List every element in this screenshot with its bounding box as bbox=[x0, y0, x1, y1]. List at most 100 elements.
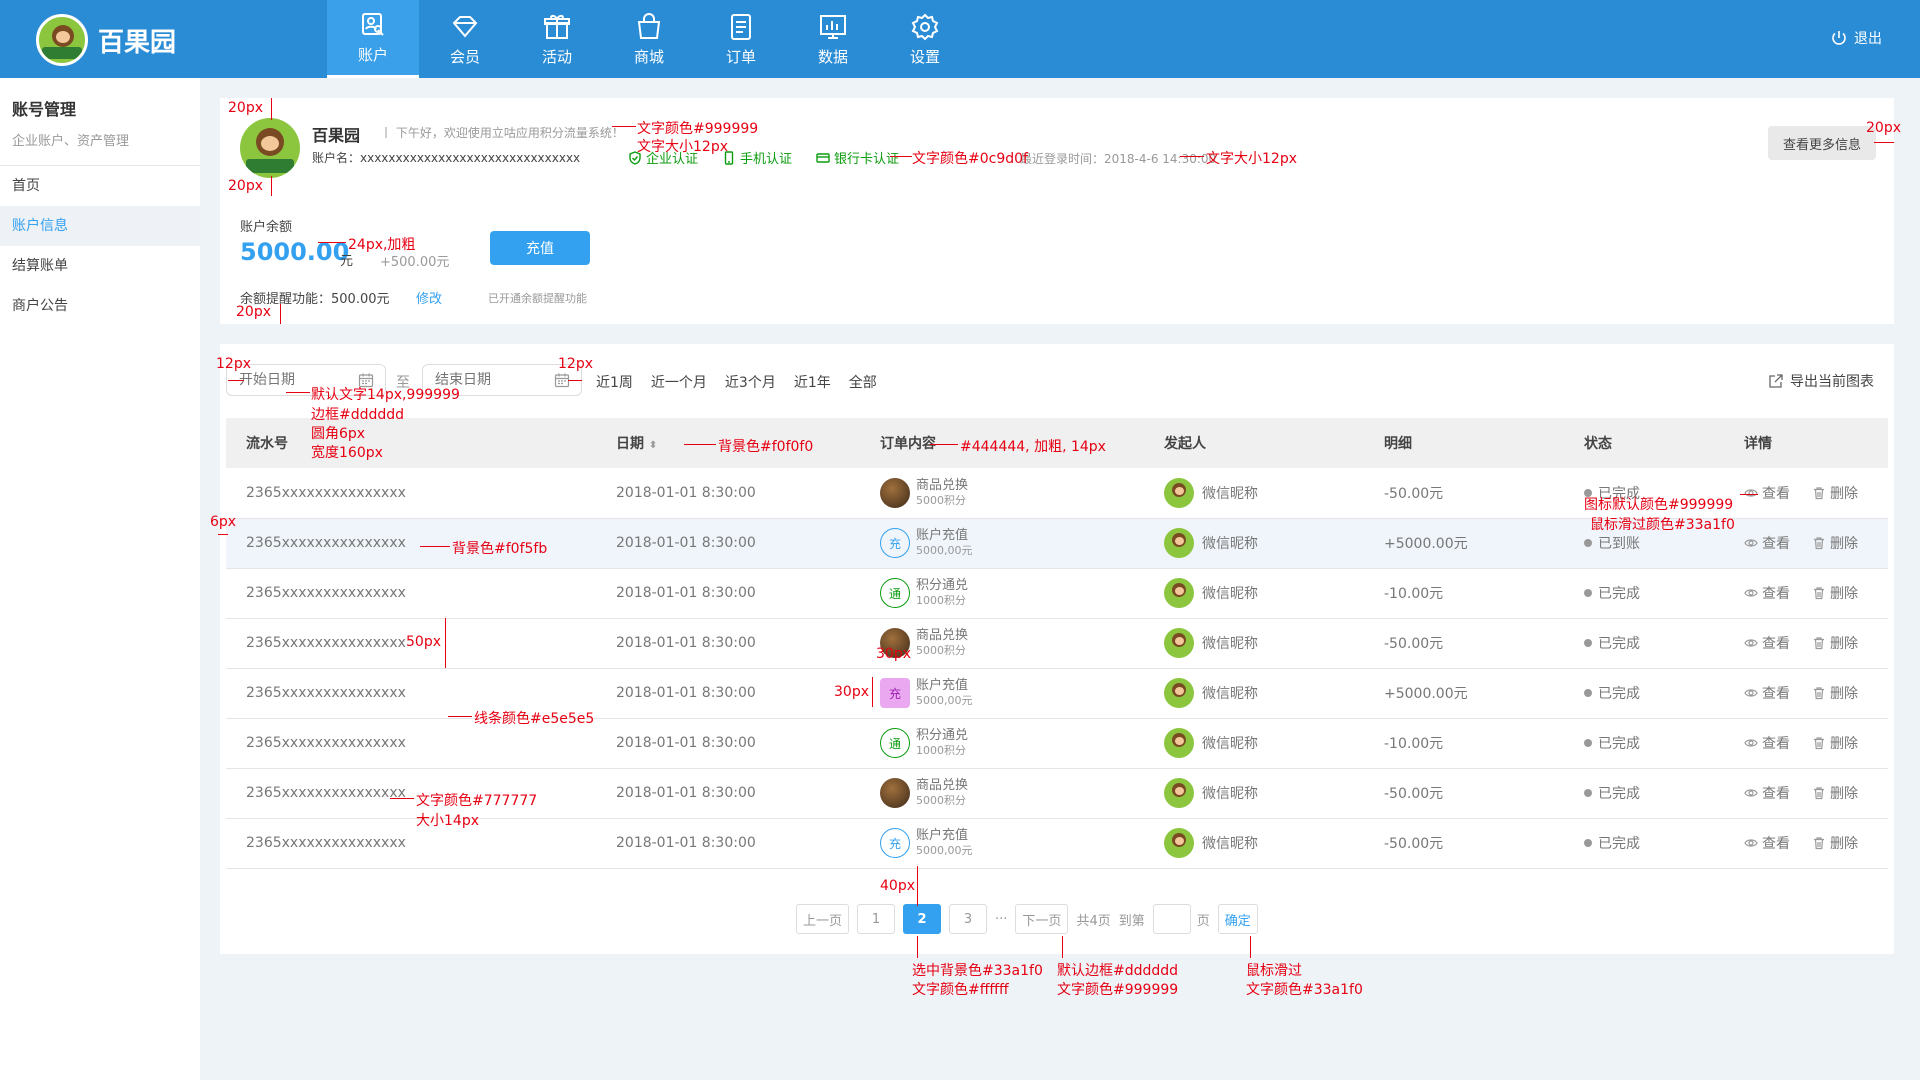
col-detail: 明细 bbox=[1364, 418, 1564, 468]
amount-cell: +5000.00元 bbox=[1364, 518, 1564, 569]
actions-cell: 查看 删除 bbox=[1724, 518, 1888, 569]
date-cell: 2018-01-01 8:30:00 bbox=[596, 618, 860, 669]
date-cell: 2018-01-01 8:30:00 bbox=[596, 668, 860, 719]
order-subtitle: 5000,00元 bbox=[916, 544, 973, 557]
nav-mall[interactable]: 商城 bbox=[603, 0, 695, 78]
annotation-text: 鼠标滑过 bbox=[1246, 963, 1302, 979]
sidebar-title: 账号管理 bbox=[12, 100, 77, 119]
status-cell: 已完成 bbox=[1564, 618, 1724, 669]
table-row[interactable]: 2365xxxxxxxxxxxxxxx 2018-01-01 8:30:00 通积分… bbox=[226, 568, 1888, 619]
delete-button[interactable]: 删除 bbox=[1812, 533, 1858, 553]
range-1-month[interactable]: 近一个月 bbox=[651, 372, 707, 392]
status-dot bbox=[1584, 539, 1592, 547]
sidebar-item-home[interactable]: 首页 bbox=[0, 166, 200, 206]
status-text: 已完成 bbox=[1598, 736, 1640, 752]
delete-button[interactable]: 删除 bbox=[1812, 633, 1858, 653]
nav-activity[interactable]: 活动 bbox=[511, 0, 603, 78]
annotation-text: 50px bbox=[406, 634, 441, 650]
user-cell: 微信昵称 bbox=[1144, 768, 1364, 819]
next-page-button[interactable]: 下一页 bbox=[1015, 904, 1069, 934]
col-user: 发起人 bbox=[1144, 418, 1364, 468]
delete-button[interactable]: 删除 bbox=[1812, 483, 1858, 503]
page-1-button[interactable]: 1 bbox=[857, 904, 896, 934]
amount-cell: -50.00元 bbox=[1364, 818, 1564, 869]
nav-account-label: 账户 bbox=[357, 46, 388, 64]
sort-icon[interactable]: ⬍ bbox=[649, 440, 657, 451]
nav-settings[interactable]: 设置 bbox=[879, 0, 971, 78]
modify-link[interactable]: 修改 bbox=[416, 288, 442, 307]
delete-button[interactable]: 删除 bbox=[1812, 683, 1858, 703]
delete-label: 删除 bbox=[1830, 686, 1858, 702]
goto-page-input[interactable] bbox=[1152, 904, 1191, 934]
range-1-year[interactable]: 近1年 bbox=[794, 372, 831, 392]
page-ellipsis: ··· bbox=[995, 911, 1008, 927]
cert-phone: 手机认证 bbox=[722, 148, 792, 167]
annotation-marker bbox=[271, 98, 272, 120]
annotation-marker bbox=[612, 126, 636, 127]
view-button[interactable]: 查看 bbox=[1744, 783, 1790, 803]
annotation-text: 文字颜色#999999 bbox=[637, 121, 759, 137]
sidebar-item-notice[interactable]: 商户公告 bbox=[0, 286, 200, 326]
view-button[interactable]: 查看 bbox=[1744, 683, 1790, 703]
status-text: 已完成 bbox=[1598, 636, 1640, 652]
sidebar-item-billing[interactable]: 结算账单 bbox=[0, 246, 200, 286]
logout-button[interactable]: 退出 bbox=[1830, 28, 1882, 48]
col-status: 状态 bbox=[1564, 418, 1724, 468]
annotation-marker bbox=[684, 444, 716, 445]
delete-button[interactable]: 删除 bbox=[1812, 583, 1858, 603]
prev-page-button[interactable]: 上一页 bbox=[796, 904, 850, 934]
status-text: 已完成 bbox=[1598, 786, 1640, 802]
sidebar-item-account-info[interactable]: 账户信息 bbox=[0, 206, 200, 246]
annotation-text: 圆角6px bbox=[311, 426, 366, 442]
confirm-page-button[interactable]: 确定 bbox=[1217, 904, 1258, 934]
view-button[interactable]: 查看 bbox=[1744, 833, 1790, 853]
status-dot bbox=[1584, 789, 1592, 797]
annotation-marker bbox=[930, 444, 958, 445]
user-cell: 微信昵称 bbox=[1144, 718, 1364, 769]
status-cell: 已完成 bbox=[1564, 718, 1724, 769]
remind-note: 已开通余额提醒功能 bbox=[488, 292, 587, 305]
main-nav: 账户 会员 活动 商城 订单 数据 设置 bbox=[327, 0, 971, 78]
table-row[interactable]: 2365xxxxxxxxxxxxxxx 2018-01-01 8:30:00 商品兑… bbox=[226, 618, 1888, 669]
trash-icon bbox=[1814, 537, 1824, 550]
nav-account[interactable]: 账户 bbox=[327, 0, 419, 78]
view-button[interactable]: 查看 bbox=[1744, 483, 1790, 503]
annotation-text: 鼠标滑过颜色#33a1f0 bbox=[1590, 517, 1735, 533]
view-button[interactable]: 查看 bbox=[1744, 633, 1790, 653]
trash-icon bbox=[1814, 587, 1824, 600]
status-cell: 已完成 bbox=[1564, 818, 1724, 869]
annotation-text: 边框#dddddd bbox=[311, 407, 405, 423]
delete-button[interactable]: 删除 bbox=[1812, 783, 1858, 803]
date-cell: 2018-01-01 8:30:00 bbox=[596, 818, 860, 869]
range-all[interactable]: 全部 bbox=[849, 372, 877, 392]
account-card: 百果园 丨 下午好，欢迎使用立咕应用积分流量系统！ 账户名：xxxxxxxxxx… bbox=[220, 98, 1894, 324]
annotation-text: 30px bbox=[876, 646, 911, 662]
logo-image bbox=[36, 14, 88, 66]
recharge-button[interactable]: 充值 bbox=[490, 231, 590, 265]
view-button[interactable]: 查看 bbox=[1744, 583, 1790, 603]
app-logo[interactable]: 百果园 bbox=[36, 14, 176, 66]
nav-member[interactable]: 会员 bbox=[419, 0, 511, 78]
nav-order[interactable]: 订单 bbox=[695, 0, 787, 78]
annotation-text: 线条颜色#e5e5e5 bbox=[474, 711, 595, 727]
delete-button[interactable]: 删除 bbox=[1812, 833, 1858, 853]
user-name: 微信昵称 bbox=[1202, 786, 1258, 802]
view-button[interactable]: 查看 bbox=[1744, 733, 1790, 753]
eye-icon bbox=[1744, 689, 1758, 697]
more-info-button[interactable]: 查看更多信息 bbox=[1768, 126, 1876, 160]
delete-button[interactable]: 删除 bbox=[1812, 733, 1858, 753]
annotation-text: 文字颜色#0c9d0f bbox=[912, 151, 1028, 167]
annotation-marker bbox=[448, 716, 472, 717]
page-2-button[interactable]: 2 bbox=[903, 904, 942, 934]
nav-data[interactable]: 数据 bbox=[787, 0, 879, 78]
serial-cell: 2365xxxxxxxxxxxxxxx bbox=[226, 468, 596, 519]
view-button[interactable]: 查看 bbox=[1744, 533, 1790, 553]
export-button[interactable]: 导出当前图表 bbox=[1768, 371, 1874, 391]
account-name: 账户名：xxxxxxxxxxxxxxxxxxxxxxxxxxxxxxx bbox=[312, 151, 581, 165]
annotation-text: 文字大小12px bbox=[637, 139, 728, 155]
page-3-button[interactable]: 3 bbox=[949, 904, 988, 934]
annotation-text: 20px bbox=[228, 100, 263, 116]
range-3-months[interactable]: 近3个月 bbox=[725, 372, 776, 392]
annotation-text: 文字大小12px bbox=[1206, 151, 1297, 167]
range-1-week[interactable]: 近1周 bbox=[596, 372, 633, 392]
